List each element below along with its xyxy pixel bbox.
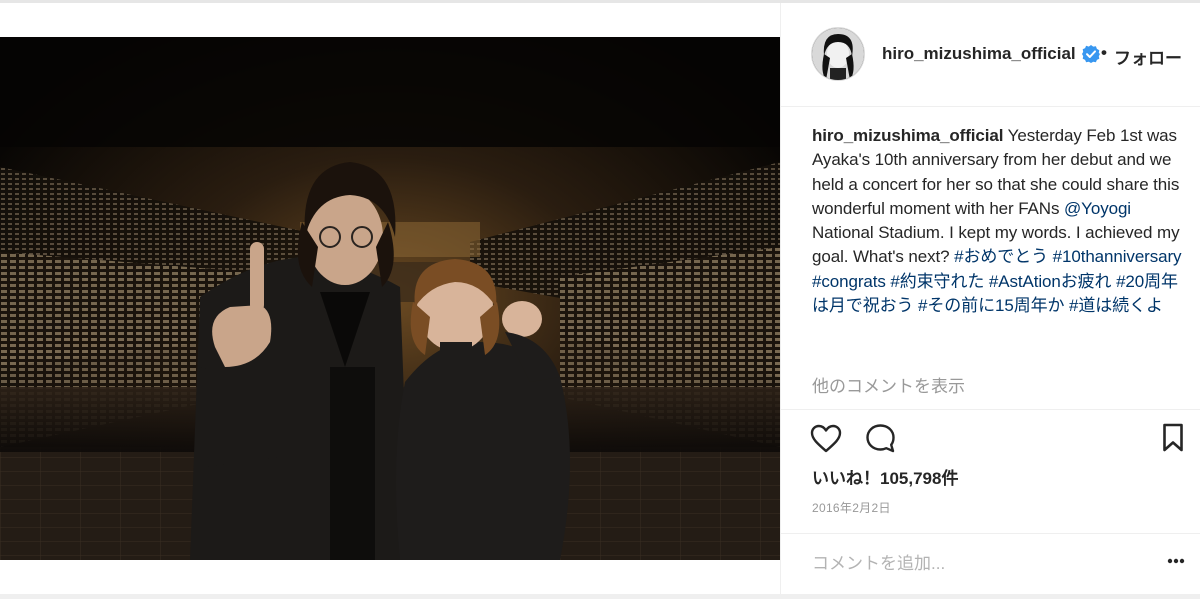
like-count[interactable]: いいね！105,798件 (812, 464, 958, 489)
instagram-post: hiro_mizushima_official • フォロー hiro_mizu… (0, 0, 1200, 599)
ellipsis-icon[interactable] (1167, 558, 1185, 564)
post-details-panel: hiro_mizushima_official • フォロー hiro_mizu… (780, 3, 1200, 594)
mention-link[interactable]: @Yoyogi (1064, 199, 1131, 218)
comment-input[interactable] (812, 551, 1132, 577)
post-header: hiro_mizushima_official • フォロー (781, 3, 1200, 107)
hashtag-link[interactable]: #AstAtionお疲れ (989, 272, 1112, 291)
heart-icon[interactable] (810, 424, 842, 453)
add-comment-row (781, 533, 1200, 595)
speech-bubble-icon[interactable] (865, 423, 896, 454)
username-link[interactable]: hiro_mizushima_official (882, 44, 1076, 64)
hashtag-link[interactable]: #道は続くよ (1069, 296, 1163, 315)
bookmark-icon[interactable] (1162, 423, 1184, 452)
hashtag-link[interactable]: #おめでとう (954, 247, 1048, 266)
follow-button[interactable]: フォロー (1114, 44, 1182, 69)
action-bar (781, 409, 1200, 466)
avatar[interactable] (812, 28, 864, 80)
post-caption: hiro_mizushima_official Yesterday Feb 1s… (812, 124, 1187, 318)
bottom-divider (0, 594, 1200, 599)
post-photo[interactable] (0, 37, 780, 560)
post-date[interactable]: 2016年2月2日 (812, 499, 891, 516)
hashtag-link[interactable]: #約束守れた (890, 272, 984, 291)
hashtag-link[interactable]: #その前に15周年か (918, 296, 1064, 315)
hashtag-link[interactable]: #congrats (812, 272, 886, 291)
header-separator: • (1101, 43, 1107, 62)
view-more-comments-link[interactable]: 他のコメントを表示 (812, 372, 965, 397)
caption-username-link[interactable]: hiro_mizushima_official (812, 126, 1003, 145)
hashtag-link[interactable]: #10thanniversary (1053, 247, 1182, 266)
verified-badge-icon (1082, 45, 1100, 63)
